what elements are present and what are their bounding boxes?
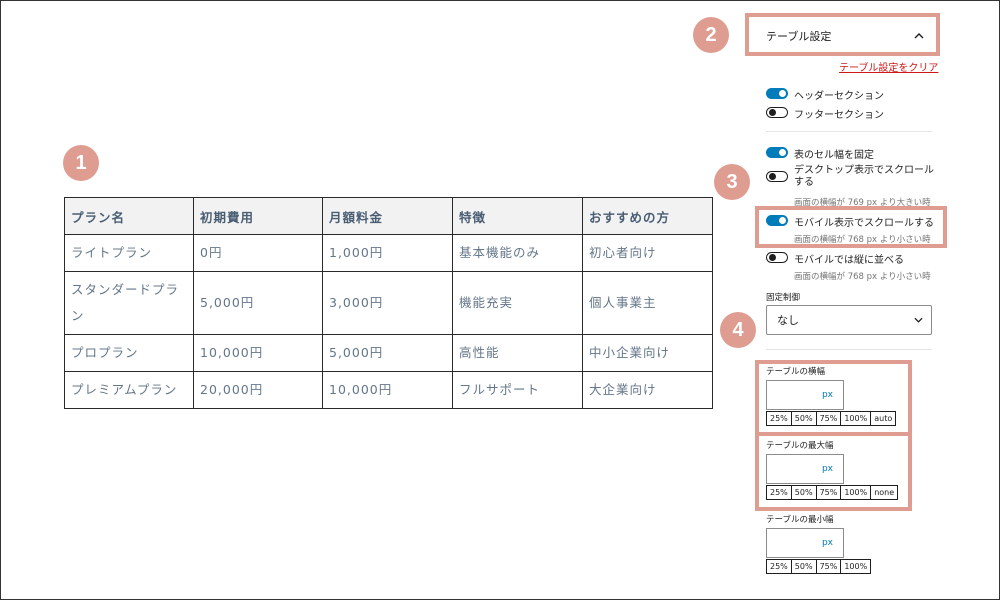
table-header-cell: 初期費用 <box>193 197 323 235</box>
table-header-cell: プラン名 <box>64 197 194 235</box>
table-row: スタンダードプラン 5,000円 3,000円 機能充実 個人事業主 <box>64 271 713 335</box>
chevron-down-icon <box>914 317 923 323</box>
table-min-width-input[interactable]: px <box>766 528 844 558</box>
mobile-stack-toggle[interactable]: モバイルでは縦に並べる <box>766 251 904 266</box>
fixed-control-select[interactable]: なし <box>766 305 932 335</box>
highlight-box-settings-header <box>745 13 940 56</box>
table-cell: 5,000円 <box>322 334 453 372</box>
table-cell: 10,000円 <box>193 334 323 372</box>
table-min-width-label: テーブルの最小幅 <box>766 515 834 525</box>
toggle-label: フッターセクション <box>794 110 884 121</box>
table-cell: プロプラン <box>64 334 194 372</box>
step-marker-3: 3 <box>714 164 750 200</box>
table-cell: 大企業向け <box>582 371 713 409</box>
plans-table: プラン名 初期費用 月額料金 特徴 おすすめの方 ライトプラン 0円 1,000… <box>64 197 713 409</box>
table-row: プロプラン 10,000円 5,000円 高性能 中小企業向け <box>64 334 713 372</box>
table-header-cell: 特徴 <box>452 197 583 235</box>
toggle-switch[interactable] <box>766 147 788 158</box>
table-cell: 機能充実 <box>452 271 583 335</box>
footer-section-toggle[interactable]: フッターセクション <box>766 106 884 121</box>
select-value: なし <box>777 314 799 327</box>
toggle-label: する <box>794 177 814 188</box>
table-header-cell: 月額料金 <box>322 197 453 235</box>
divider <box>766 349 932 350</box>
table-header-cell: おすすめの方 <box>582 197 713 235</box>
help-text: 画面の横幅が 768 px より小さい時 <box>794 272 931 282</box>
clear-table-settings-link[interactable]: テーブル設定をクリア <box>839 59 938 74</box>
toggle-label: デスクトップ表示でスクロール <box>794 165 934 176</box>
highlight-box-mobile-scroll <box>755 206 947 248</box>
desktop-scroll-toggle[interactable]: デスクトップ表示でスクロール する <box>766 165 934 189</box>
table-cell: 初心者向け <box>582 234 713 272</box>
step-marker-4: 4 <box>720 312 756 348</box>
table-header-row: プラン名 初期費用 月額料金 特徴 おすすめの方 <box>64 197 713 235</box>
screenshot-frame: 1 2 3 4 プラン名 初期費用 月額料金 特徴 おすすめの方 ライトプラン … <box>0 0 1000 600</box>
toggle-switch[interactable] <box>766 88 788 99</box>
table-cell: 1,000円 <box>322 234 453 272</box>
toggle-label: モバイルでは縦に並べる <box>794 255 904 266</box>
min-width-75-button[interactable]: 75% <box>815 559 842 574</box>
table-cell: 3,000円 <box>322 271 453 335</box>
step-marker-2: 2 <box>693 17 729 53</box>
min-width-50-button[interactable]: 50% <box>790 559 817 574</box>
table-row: ライトプラン 0円 1,000円 基本機能のみ 初心者向け <box>64 234 713 272</box>
table-cell: 10,000円 <box>322 371 453 409</box>
table-cell: 0円 <box>193 234 323 272</box>
min-width-25-button[interactable]: 25% <box>766 559 792 574</box>
highlight-box-divider <box>755 432 912 436</box>
table-cell: 基本機能のみ <box>452 234 583 272</box>
fixed-cell-width-toggle[interactable]: 表のセル幅を固定 <box>766 146 874 161</box>
step-marker-1: 1 <box>63 145 99 181</box>
toggle-switch[interactable] <box>766 252 788 263</box>
toggle-switch[interactable] <box>766 171 788 182</box>
table-cell: フルサポート <box>452 371 583 409</box>
table-cell: 5,000円 <box>193 271 323 335</box>
table-cell: ライトプラン <box>64 234 194 272</box>
unit-label: px <box>821 538 833 548</box>
header-section-toggle[interactable]: ヘッダーセクション <box>766 87 884 102</box>
toggle-label: 表のセル幅を固定 <box>794 150 874 161</box>
divider <box>766 131 932 132</box>
table-cell: 高性能 <box>452 334 583 372</box>
table-cell: スタンダードプラン <box>64 271 194 335</box>
toggle-switch[interactable] <box>766 107 788 118</box>
table-min-width-group: テーブルの最小幅 px 25% 50% 75% 100% <box>766 513 872 574</box>
fixed-control-label: 固定制御 <box>766 293 801 303</box>
toggle-label: ヘッダーセクション <box>794 91 884 102</box>
table-cell: プレミアムプラン <box>64 371 194 409</box>
table-row: プレミアムプラン 20,000円 10,000円 フルサポート 大企業向け <box>64 371 713 409</box>
table-cell: 個人事業主 <box>582 271 713 335</box>
table-cell: 中小企業向け <box>582 334 713 372</box>
table-cell: 20,000円 <box>193 371 323 409</box>
min-width-100-button[interactable]: 100% <box>840 559 872 574</box>
